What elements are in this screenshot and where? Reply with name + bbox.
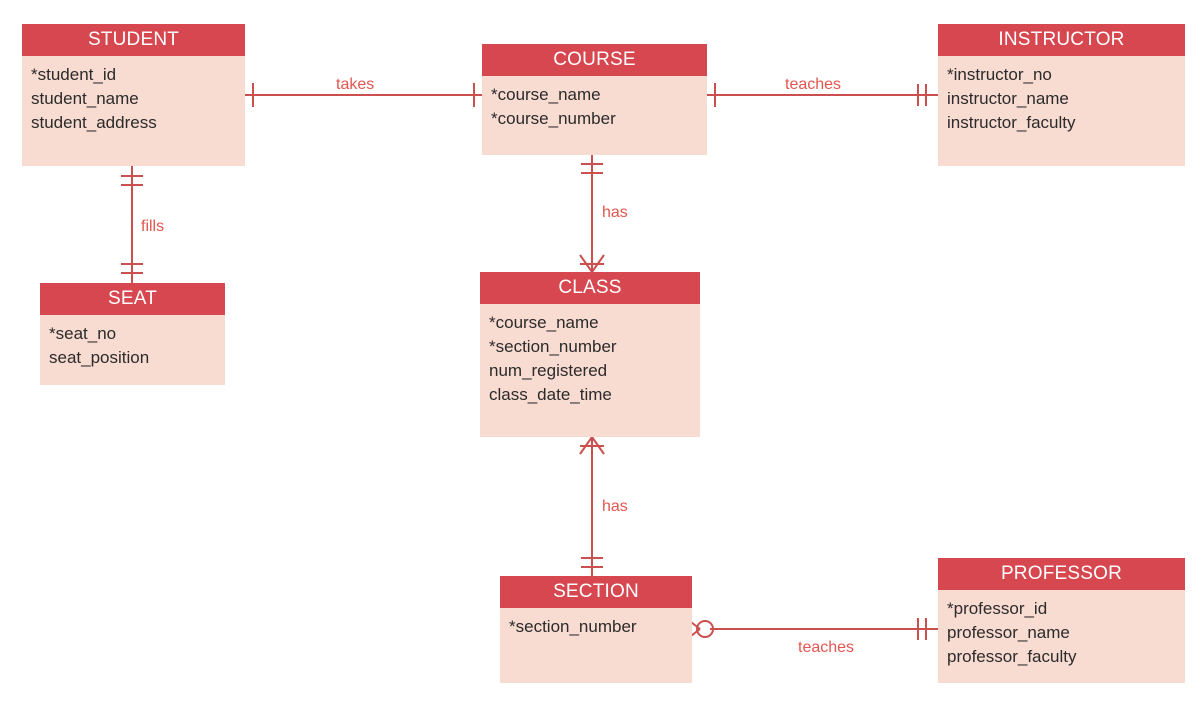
entity-title-student: STUDENT <box>22 24 245 56</box>
attribute: professor_faculty <box>947 647 1077 666</box>
relationship-label-fills: fills <box>141 218 165 235</box>
attribute: student_address <box>31 113 157 132</box>
relationship-label-class-has-section: has <box>602 498 628 515</box>
attribute: *student_id <box>31 65 117 84</box>
entity-attributes-instructor: *instructor_no instructor_name instructo… <box>938 56 1185 135</box>
attribute: *course_number <box>491 109 616 128</box>
relationship-label-teaches-instructor: teaches <box>785 76 842 93</box>
crowsfoot-class-has-section <box>579 436 605 455</box>
entity-instructor[interactable]: INSTRUCTOR *instructor_no instructor_nam… <box>938 24 1185 166</box>
er-diagram-canvas: STUDENT *student_id student_name student… <box>0 0 1201 724</box>
attribute: *professor_id <box>947 599 1048 618</box>
entity-title-section: SECTION <box>500 576 692 608</box>
one-and-only-one-seat-fills <box>121 263 143 274</box>
relationship-label-course-has-class: has <box>602 204 628 221</box>
attribute: *section_number <box>489 337 617 356</box>
one-and-only-one-course-has <box>581 163 603 174</box>
relationship-label-teaches-professor: teaches <box>798 639 855 656</box>
attribute: instructor_name <box>947 89 1069 108</box>
relationship-label-takes: takes <box>336 76 375 93</box>
one-and-only-one-professor-teaches <box>917 618 927 640</box>
entity-course[interactable]: COURSE *course_name *course_number <box>482 44 707 155</box>
entity-title-professor: PROFESSOR <box>938 558 1185 590</box>
one-and-only-one-student-fills <box>121 175 143 186</box>
entity-title-instructor: INSTRUCTOR <box>938 24 1185 56</box>
entity-title-course: COURSE <box>482 44 707 76</box>
entity-attributes-seat: *seat_no seat_position <box>40 315 225 370</box>
attribute: *instructor_no <box>947 65 1052 84</box>
one-and-only-one-instructor-teaches <box>917 84 927 106</box>
attribute: *seat_no <box>49 324 117 343</box>
entity-section[interactable]: SECTION *section_number <box>500 576 692 683</box>
entity-title-class: CLASS <box>480 272 700 304</box>
attribute: *section_number <box>509 617 637 636</box>
entity-attributes-class: *course_name *section_number num_registe… <box>480 304 700 407</box>
entity-seat[interactable]: SEAT *seat_no seat_position <box>40 283 225 385</box>
entity-attributes-course: *course_name *course_number <box>482 76 707 131</box>
attribute: *course_name <box>489 313 599 332</box>
entity-student[interactable]: STUDENT *student_id student_name student… <box>22 24 245 166</box>
entity-professor[interactable]: PROFESSOR *professor_id professor_name p… <box>938 558 1185 683</box>
entity-class[interactable]: CLASS *course_name *section_number num_r… <box>480 272 700 437</box>
attribute: class_date_time <box>489 385 612 404</box>
entity-attributes-professor: *professor_id professor_name professor_f… <box>938 590 1185 669</box>
entity-title-seat: SEAT <box>40 283 225 315</box>
crowsfoot-class-has-course <box>579 254 605 273</box>
attribute: professor_name <box>947 623 1070 642</box>
attribute: num_registered <box>489 361 608 380</box>
attribute: seat_position <box>49 348 150 367</box>
attribute: *course_name <box>491 85 601 104</box>
entity-attributes-student: *student_id student_name student_address <box>22 56 245 135</box>
zero-cardinality-circle-section <box>696 620 714 638</box>
attribute: student_name <box>31 89 139 108</box>
attribute: instructor_faculty <box>947 113 1076 132</box>
one-and-only-one-section-has <box>581 557 603 568</box>
entity-attributes-section: *section_number <box>500 608 692 639</box>
